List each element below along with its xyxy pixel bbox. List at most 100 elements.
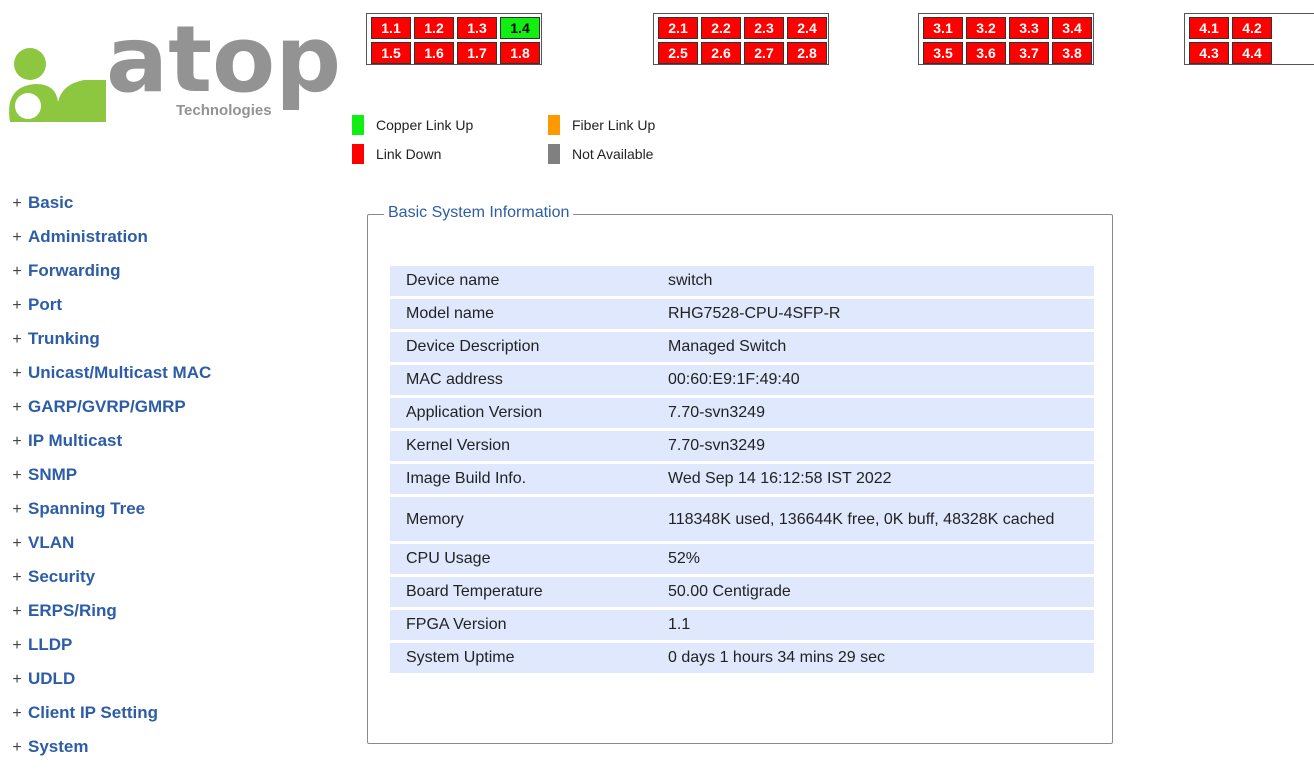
- port-2-8[interactable]: 2.8: [787, 42, 827, 64]
- port-1-4[interactable]: 1.4: [500, 17, 540, 39]
- expand-plus-icon: +: [12, 569, 22, 586]
- port-4-2[interactable]: 4.2: [1232, 17, 1272, 39]
- sidebar-item-administration[interactable]: + Administration: [0, 226, 300, 260]
- expand-plus-icon: +: [12, 263, 22, 280]
- sidebar-item-lldp[interactable]: + LLDP: [0, 634, 300, 668]
- legend-not-available: Not Available: [548, 144, 653, 164]
- sidebar-item-label: Client IP Setting: [28, 703, 159, 722]
- info-value: 52%: [652, 544, 1094, 574]
- legend-label: Not Available: [572, 146, 654, 162]
- sidebar-item-port[interactable]: + Port: [0, 294, 300, 328]
- port-3-6[interactable]: 3.6: [966, 42, 1006, 64]
- port-3-7[interactable]: 3.7: [1009, 42, 1049, 64]
- sidebar-item-garp-gvrp-gmrp[interactable]: + GARP/GVRP/GMRP: [0, 396, 300, 430]
- sidebar-item-label: UDLD: [28, 669, 76, 688]
- port-3-5[interactable]: 3.5: [923, 42, 963, 64]
- expand-plus-icon: +: [12, 195, 22, 212]
- info-row: Memory 118348K used, 136644K free, 0K buf…: [390, 497, 1094, 541]
- port-3-3[interactable]: 3.3: [1009, 17, 1049, 39]
- port-4-4[interactable]: 4.4: [1232, 42, 1272, 64]
- sidebar-item-label: ERPS/Ring: [28, 601, 117, 620]
- port-3-1[interactable]: 3.1: [923, 17, 963, 39]
- expand-plus-icon: +: [12, 331, 22, 348]
- sidebar-item-basic[interactable]: + Basic: [0, 192, 300, 226]
- info-label: Application Version: [390, 398, 652, 428]
- expand-plus-icon: +: [12, 637, 22, 654]
- info-value: switch: [652, 266, 1094, 296]
- sidebar-item-trunking[interactable]: + Trunking: [0, 328, 300, 362]
- info-label: MAC address: [390, 365, 652, 395]
- port-4-1[interactable]: 4.1: [1189, 17, 1229, 39]
- port-1-2[interactable]: 1.2: [414, 17, 454, 39]
- logo-mark-icon: [9, 48, 107, 122]
- expand-plus-icon: +: [12, 433, 22, 450]
- sidebar-item-system[interactable]: + System: [0, 736, 300, 770]
- sidebar-item-label: SNMP: [28, 465, 78, 484]
- sidebar-item-label: Security: [28, 567, 96, 586]
- port-group-2: 2.1 2.2 2.3 2.4 2.5 2.6 2.7 2.8: [653, 13, 829, 65]
- expand-plus-icon: +: [12, 365, 22, 382]
- port-2-3[interactable]: 2.3: [744, 17, 784, 39]
- sidebar-item-ip-multicast[interactable]: + IP Multicast: [0, 430, 300, 464]
- sidebar-item-label: System: [28, 737, 89, 756]
- info-row: CPU Usage 52%: [390, 544, 1094, 574]
- legend-link-down: Link Down: [352, 144, 441, 164]
- info-value: 118348K used, 136644K free, 0K buff, 483…: [652, 497, 1094, 541]
- logo-tagline: Technologies: [176, 102, 272, 119]
- info-row: FPGA Version 1.1: [390, 610, 1094, 640]
- expand-plus-icon: +: [12, 603, 22, 620]
- expand-plus-icon: +: [12, 467, 22, 484]
- port-3-4[interactable]: 3.4: [1052, 17, 1092, 39]
- sidebar-item-client-ip-setting[interactable]: + Client IP Setting: [0, 702, 300, 736]
- port-2-1[interactable]: 2.1: [658, 17, 698, 39]
- port-1-5[interactable]: 1.5: [371, 42, 411, 64]
- legend-label: Link Down: [376, 146, 442, 162]
- info-label: FPGA Version: [390, 610, 652, 640]
- fiber-up-swatch: [548, 115, 560, 135]
- info-value: Managed Switch: [652, 332, 1094, 362]
- info-label: Kernel Version: [390, 431, 652, 461]
- port-1-7[interactable]: 1.7: [457, 42, 497, 64]
- sidebar-item-forwarding[interactable]: + Forwarding: [0, 260, 300, 294]
- port-3-8[interactable]: 3.8: [1052, 42, 1092, 64]
- info-row: Device name switch: [390, 266, 1094, 296]
- info-row: Image Build Info. Wed Sep 14 16:12:58 IST…: [390, 464, 1094, 494]
- sidebar-item-snmp[interactable]: + SNMP: [0, 464, 300, 498]
- port-2-4[interactable]: 2.4: [787, 17, 827, 39]
- info-row: Application Version 7.70-svn3249: [390, 398, 1094, 428]
- port-2-5[interactable]: 2.5: [658, 42, 698, 64]
- sidebar-item-label: Spanning Tree: [28, 499, 146, 518]
- sidebar-item-erps-ring[interactable]: + ERPS/Ring: [0, 600, 300, 634]
- legend-fiber-up: Fiber Link Up: [548, 115, 655, 135]
- expand-plus-icon: +: [12, 535, 22, 552]
- sidebar-item-label: GARP/GVRP/GMRP: [28, 397, 186, 416]
- port-2-6[interactable]: 2.6: [701, 42, 741, 64]
- port-2-2[interactable]: 2.2: [701, 17, 741, 39]
- legend-label: Fiber Link Up: [572, 117, 656, 133]
- sidebar-item-spanning-tree[interactable]: + Spanning Tree: [0, 498, 300, 532]
- port-3-2[interactable]: 3.2: [966, 17, 1006, 39]
- sidebar-item-vlan[interactable]: + VLAN: [0, 532, 300, 566]
- sidebar-item-label: IP Multicast: [28, 431, 123, 450]
- port-1-1[interactable]: 1.1: [371, 17, 411, 39]
- info-row: Model name RHG7528-CPU-4SFP-R: [390, 299, 1094, 329]
- port-legend: Copper Link Up Fiber Link Up Link Down N…: [352, 115, 732, 167]
- port-2-7[interactable]: 2.7: [744, 42, 784, 64]
- port-4-3[interactable]: 4.3: [1189, 42, 1229, 64]
- info-row: Board Temperature 50.00 Centigrade: [390, 577, 1094, 607]
- port-1-8[interactable]: 1.8: [500, 42, 540, 64]
- sidebar-item-security[interactable]: + Security: [0, 566, 300, 600]
- info-value: 7.70-svn3249: [652, 398, 1094, 428]
- port-1-6[interactable]: 1.6: [414, 42, 454, 64]
- link-down-swatch: [352, 144, 364, 164]
- info-value: Wed Sep 14 16:12:58 IST 2022: [652, 464, 1094, 494]
- info-value: 7.70-svn3249: [652, 431, 1094, 461]
- sidebar-item-udld[interactable]: + UDLD: [0, 668, 300, 702]
- info-value: 1.1: [652, 610, 1094, 640]
- expand-plus-icon: +: [12, 705, 22, 722]
- sidebar-item-unicast-multicast-mac[interactable]: + Unicast/Multicast MAC: [0, 362, 300, 396]
- copper-up-swatch: [352, 115, 364, 135]
- sidebar-item-label: Port: [28, 295, 62, 314]
- legend-label: Copper Link Up: [376, 117, 474, 133]
- port-1-3[interactable]: 1.3: [457, 17, 497, 39]
